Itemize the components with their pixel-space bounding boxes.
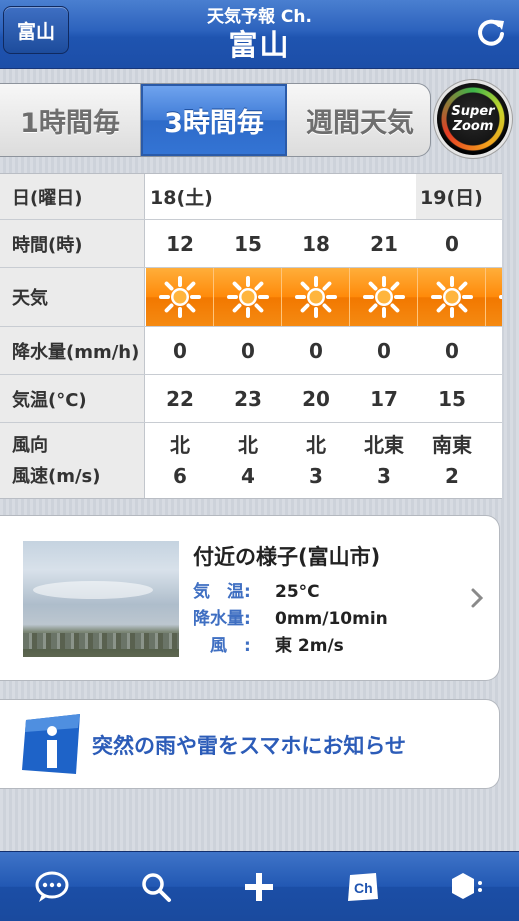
date-tomorrow: 19(日) (416, 174, 502, 219)
wind-speed: 6 (173, 463, 187, 488)
label-weather: 天気 (0, 268, 145, 326)
hour-cell: 21 (370, 231, 398, 256)
super-zoom-label-2: Zoom (452, 119, 494, 134)
camera-temp-value: 25°C (275, 582, 320, 602)
row-wind: 風向 風速(m/s) 北6 北4 北3 北東 3 南東 2 (0, 423, 502, 498)
sun-icon (430, 276, 473, 318)
label-wind: 風向 風速(m/s) (0, 423, 145, 498)
weather-cell (418, 268, 486, 326)
camera-temp-label: 気 温: (193, 582, 251, 602)
wind-speed: 4 (241, 463, 255, 488)
wind-cell: 北4 (214, 423, 282, 498)
sun-icon (498, 295, 502, 299)
hour-cell: 12 (166, 231, 194, 256)
search-icon[interactable] (126, 857, 186, 917)
temp-cell: 23 (234, 386, 262, 411)
camera-photo (23, 541, 179, 657)
channel-icon[interactable]: Ch (333, 857, 393, 917)
sun-icon (362, 276, 405, 318)
wind-dir: 北 (170, 432, 190, 457)
temp-cell: 17 (370, 386, 398, 411)
temp-cell: 22 (166, 386, 194, 411)
wind-cell: 北6 (146, 423, 214, 498)
weather-cell (214, 268, 282, 326)
wind-speed: 3 (309, 463, 323, 488)
header-bar: 富山 天気予報 Ch. 富山 (0, 0, 519, 69)
super-zoom-button[interactable]: Super Zoom (437, 83, 509, 155)
label-temp: 気温(°C) (0, 375, 145, 422)
interval-tabs: 1時間毎 3時間毎 週間天気 (0, 83, 431, 157)
wind-dir: 北 (238, 432, 258, 457)
label-precip: 降水量(mm/h) (0, 327, 145, 374)
camera-wind: 風 : 東 2m/s (193, 631, 344, 656)
camera-precip-value: 0mm/10min (275, 609, 388, 629)
camera-precip-label: 降水量: (193, 609, 251, 629)
settings-hex-icon[interactable] (437, 857, 497, 917)
wind-dir: 北 (306, 432, 326, 457)
temp-cell: 15 (438, 386, 466, 411)
row-day: 日(曜日) 18(土) 19(日) (0, 174, 502, 220)
tab-3hourly[interactable]: 3時間毎 (141, 84, 287, 156)
camera-wind-label: 風 : (193, 636, 251, 656)
wind-speed: 2 (445, 463, 459, 488)
date-today: 18(土) (150, 187, 213, 209)
camera-temp: 気 温: 25°C (193, 577, 320, 602)
super-zoom-label-1: Super (451, 104, 495, 119)
label-wind-dir: 風向 (12, 434, 48, 456)
hour-cell: 18 (302, 231, 330, 256)
chat-bubble-icon[interactable] (22, 857, 82, 917)
plus-icon[interactable] (229, 857, 289, 917)
precip-cell: 0 (445, 338, 459, 363)
camera-title: 付近の様子(富山市) (193, 545, 381, 569)
row-temp: 気温(°C) 22 23 20 17 15 (0, 375, 502, 423)
hour-cell: 0 (445, 231, 459, 256)
live-camera-card[interactable]: 付近の様子(富山市) 気 温: 25°C 降水量: 0mm/10min 風 : 東 2… (0, 515, 500, 681)
row-weather: 天気 (0, 268, 502, 327)
wind-dir: 北東 (364, 432, 404, 457)
row-time: 時間(時) 12 15 18 21 0 (0, 220, 502, 268)
sun-icon (158, 276, 201, 318)
forecast-table: 日(曜日) 18(土) 19(日) 時間(時) 12 15 18 21 0 天気… (0, 173, 502, 499)
precip-cell: 0 (309, 338, 323, 363)
weather-cell (486, 268, 502, 326)
weather-cell (350, 268, 418, 326)
camera-precip: 降水量: 0mm/10min (193, 604, 388, 629)
label-time: 時間(時) (0, 220, 145, 267)
wind-cell: 北3 (282, 423, 350, 498)
svg-text:Ch: Ch (354, 880, 373, 896)
page-title: 富山 (228, 28, 291, 62)
alert-banner[interactable]: 突然の雨や雷をスマホにお知らせ (0, 699, 500, 789)
weather-strip (146, 268, 502, 326)
refresh-icon[interactable] (473, 14, 509, 50)
weather-cell (146, 268, 214, 326)
sun-icon (294, 276, 337, 318)
temp-cell: 20 (302, 386, 330, 411)
hour-cell: 15 (234, 231, 262, 256)
bottom-tab-bar: Ch (0, 851, 519, 921)
wind-speed: 3 (377, 463, 391, 488)
label-wind-speed: 風速(m/s) (12, 465, 101, 487)
weather-cell (282, 268, 350, 326)
camera-wind-value: 東 2m/s (275, 636, 344, 656)
sun-icon (226, 276, 269, 318)
label-day: 日(曜日) (0, 174, 145, 219)
wind-dir: 南東 (432, 432, 472, 457)
info-icon (22, 714, 80, 774)
precip-cell: 0 (241, 338, 255, 363)
wind-cell: 北東 3 (350, 423, 418, 498)
tab-weekly[interactable]: 週間天気 (287, 84, 430, 156)
tab-hourly[interactable]: 1時間毎 (0, 84, 141, 156)
precip-cell: 0 (173, 338, 187, 363)
alert-banner-text: 突然の雨や雷をスマホにお知らせ (92, 734, 406, 758)
chevron-right-icon (471, 588, 484, 608)
wind-cell: 南東 2 (418, 423, 486, 498)
precip-cell: 0 (377, 338, 391, 363)
row-precip: 降水量(mm/h) 0 0 0 0 0 (0, 327, 502, 375)
